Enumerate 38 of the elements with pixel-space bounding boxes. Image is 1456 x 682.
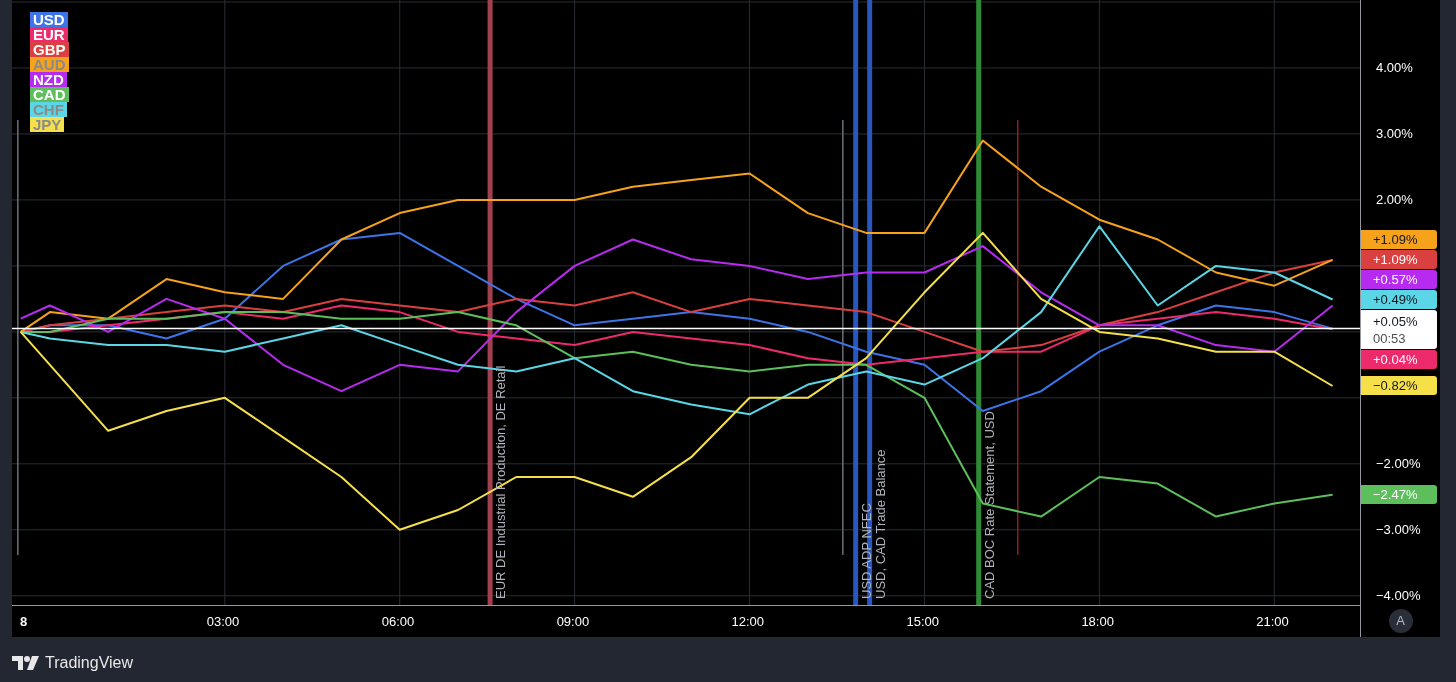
legend-tag: CHF <box>30 102 67 117</box>
axis-label: 12:00 <box>731 614 765 630</box>
axis-label: 3.00% <box>1376 125 1413 142</box>
axis-label: 15:00 <box>906 614 939 630</box>
price-value: +0.49% <box>1373 291 1419 309</box>
event-label: USD, CAD Trade Balance <box>872 449 888 599</box>
axis-label: 21:00 <box>1256 614 1289 630</box>
axis-label: 03:00 <box>206 614 240 630</box>
price-value: −2.47% <box>1373 485 1419 503</box>
axis-label: 06:00 <box>381 614 415 630</box>
legend-tag: NZD <box>30 72 67 87</box>
axis-label: −2.00% <box>1376 455 1421 472</box>
legend-tag: CAD <box>30 87 69 102</box>
axis-label: 18:00 <box>1081 614 1114 630</box>
logo-icon <box>12 656 39 670</box>
legend-tag: GBP <box>30 42 69 57</box>
axis-label: 4.00% <box>1376 59 1413 76</box>
countdown-time: 00:53 <box>1373 329 1407 347</box>
price-value: −0.82% <box>1373 376 1419 394</box>
brand-name: TradingView <box>45 653 134 673</box>
axis-label: −3.00% <box>1376 521 1421 538</box>
price-value: +1.09% <box>1373 251 1419 269</box>
auto-scale-button[interactable]: A <box>1388 609 1413 633</box>
price-value: +0.04% <box>1373 351 1419 369</box>
axis-label: 09:00 <box>556 614 590 630</box>
price-value: +0.57% <box>1373 271 1419 289</box>
axis-label: 2.00% <box>1376 191 1413 208</box>
event-label: USD ADP NFEC <box>858 503 874 599</box>
event-label: EUR DE Industrial Production, DE Retail <box>493 365 509 599</box>
price-value: +1.09% <box>1373 231 1419 249</box>
legend-tag: JPY <box>30 117 65 132</box>
legend-tag: EUR <box>30 27 68 42</box>
price-value: +0.05% <box>1373 312 1419 330</box>
date-label: 8 <box>20 614 28 630</box>
legend-tag: AUD <box>30 57 69 72</box>
legend-tag: USD <box>30 12 68 27</box>
event-label: CAD BOC Rate Statement, USD <box>981 411 997 599</box>
axis-label: −4.00% <box>1376 587 1421 604</box>
